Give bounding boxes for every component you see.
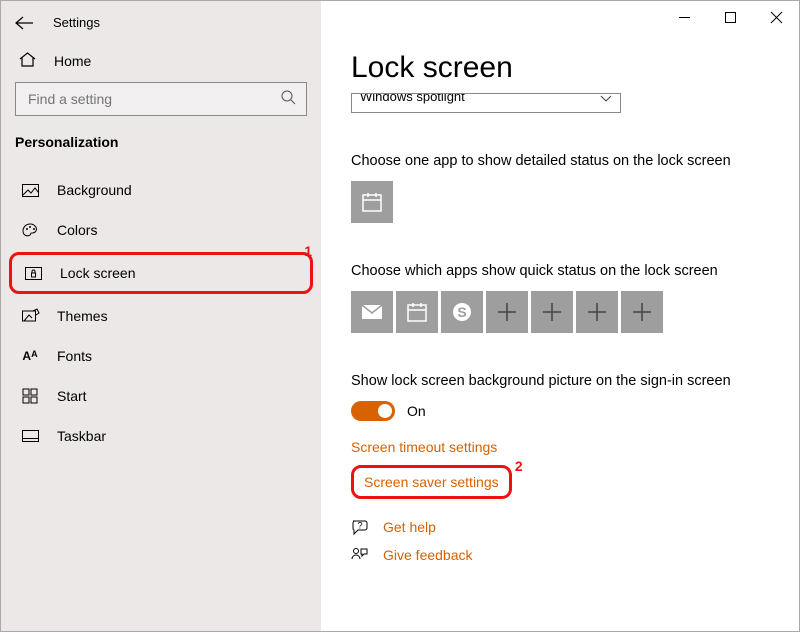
sidebar-item-taskbar[interactable]: Taskbar [1,416,321,456]
search-input[interactable] [26,90,246,108]
link-screen-saver-wrapper: 2 Screen saver settings [351,465,512,499]
nav-label: Start [57,388,87,404]
sidebar-item-background[interactable]: Background [1,170,321,210]
nav-label: Fonts [57,348,92,364]
nav-label: Taskbar [57,428,106,444]
signin-bg-toggle-row: On [351,401,799,421]
feedback-label: Give feedback [383,547,473,563]
link-screen-saver[interactable]: Screen saver settings [364,474,499,490]
window-title: Settings [53,15,100,30]
themes-icon [21,309,39,324]
detailed-status-label: Choose one app to show detailed status o… [351,153,799,169]
svg-text:?: ? [357,521,362,531]
signin-bg-toggle[interactable] [351,401,395,421]
help-label: Get help [383,519,436,535]
page-title: Lock screen [351,51,799,85]
get-help-row[interactable]: ? Get help [351,519,799,535]
detailed-status-apps [351,181,799,223]
app-tile-add-1[interactable] [486,291,528,333]
taskbar-icon [21,430,39,442]
settings-window: Settings Home Personalization Background [0,0,800,632]
svg-text:S: S [457,304,466,320]
sidebar-item-colors[interactable]: Colors [1,210,321,250]
sidebar-item-fonts[interactable]: AA Fonts [1,336,321,376]
sidebar-item-home[interactable]: Home [1,46,321,82]
app-tile-mail[interactable] [351,291,393,333]
sidebar-item-start[interactable]: Start [1,376,321,416]
app-tile-add-4[interactable] [621,291,663,333]
link-screen-timeout[interactable]: Screen timeout settings [351,439,799,455]
app-tile-calendar-2[interactable] [396,291,438,333]
feedback-icon [351,547,369,563]
nav-label: Lock screen [60,265,135,281]
sidebar-section-title: Personalization [1,134,321,170]
app-tile-skype[interactable]: S [441,291,483,333]
help-icon: ? [351,519,369,535]
nav-label: Themes [57,308,108,324]
palette-icon [21,223,39,238]
give-feedback-row[interactable]: Give feedback [351,547,799,563]
background-dropdown[interactable]: Windows spotlight [351,93,621,113]
toggle-state-label: On [407,403,426,419]
chevron-down-icon [600,93,612,105]
quick-status-label: Choose which apps show quick status on t… [351,263,799,279]
quick-status-apps: S [351,291,799,333]
search-box[interactable] [15,82,307,116]
back-button[interactable] [15,16,33,30]
sidebar: Settings Home Personalization Background [1,1,321,631]
app-tile-calendar[interactable] [351,181,393,223]
annotation-1: 1 [304,243,312,259]
title-bar: Settings [1,11,321,46]
search-icon [281,90,296,108]
start-icon [21,389,39,404]
home-label: Home [54,53,91,69]
sidebar-item-lock-screen[interactable]: 1 Lock screen [9,252,313,294]
picture-icon [21,184,39,197]
fonts-icon: AA [21,349,39,363]
home-icon [19,52,36,70]
app-tile-add-3[interactable] [576,291,618,333]
nav-label: Colors [57,222,97,238]
signin-bg-label: Show lock screen background picture on t… [351,373,799,389]
dropdown-value: Windows spotlight [360,93,465,103]
app-tile-add-2[interactable] [531,291,573,333]
nav-label: Background [57,182,132,198]
annotation-2: 2 [515,458,523,474]
lock-screen-icon [24,267,42,280]
sidebar-item-themes[interactable]: Themes [1,296,321,336]
main-content: Lock screen Windows spotlight Choose one… [321,1,799,631]
